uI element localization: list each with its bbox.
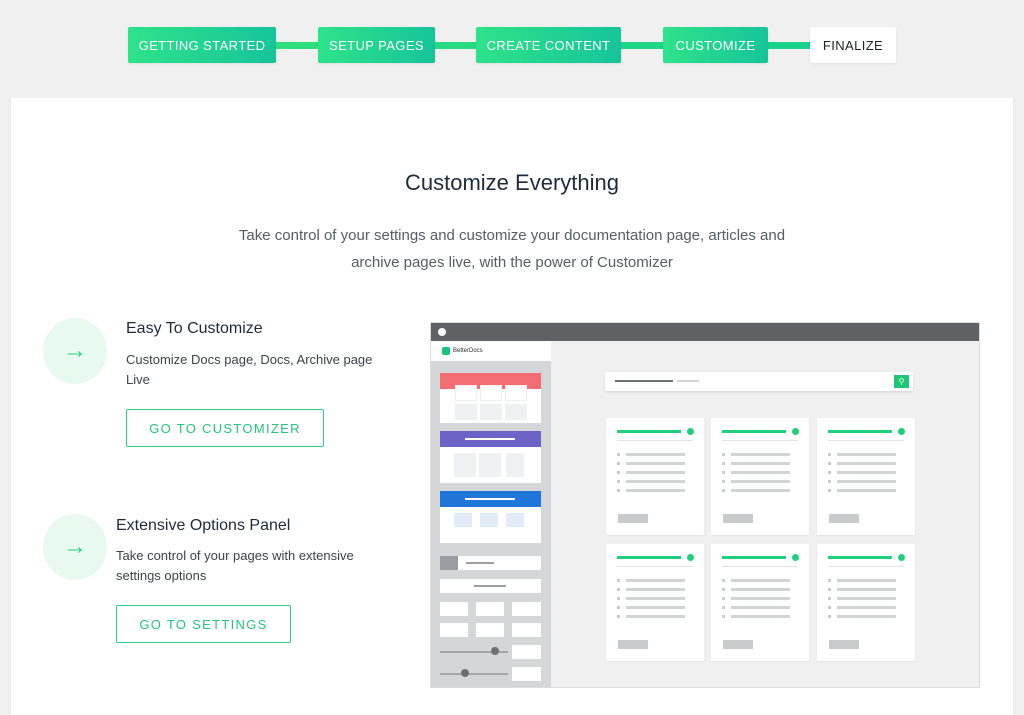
feature-description: Customize Docs page, Docs, Archive page … — [126, 350, 396, 390]
doc-category-card — [606, 418, 704, 535]
subtitle-line: Take control of your settings and custom… — [238, 227, 786, 244]
window-dot-icon — [438, 328, 446, 336]
preview-brand: BetterDocs — [431, 341, 551, 361]
betterdocs-logo-icon — [442, 347, 450, 355]
preview-main: ⚲ — [551, 341, 979, 687]
option-row — [512, 667, 541, 681]
doc-category-card — [711, 418, 809, 535]
layout-thumbnail — [440, 373, 541, 423]
doc-category-card — [817, 544, 915, 661]
page-title: Customize Everything — [405, 170, 619, 195]
layout-thumbnail — [440, 431, 541, 483]
step-setup-pages[interactable]: SETUP PAGES — [318, 27, 435, 63]
setup-stepper: GETTING STARTED SETUP PAGES CREATE CONTE… — [0, 27, 1024, 63]
option-row — [512, 602, 541, 616]
preview-sidebar: BetterDocs — [431, 341, 551, 687]
feature-description: Take control of your pages with extensiv… — [116, 546, 386, 586]
option-row — [476, 602, 504, 616]
preview-search-bar: ⚲ — [605, 372, 913, 391]
slider-track — [440, 673, 508, 675]
doc-category-card — [606, 544, 704, 661]
option-row — [512, 623, 541, 637]
customizer-preview-image: BetterDocs ⚲ — [430, 322, 980, 688]
slider-thumb — [461, 669, 469, 677]
step-getting-started[interactable]: GETTING STARTED — [128, 27, 276, 63]
feature-title: Easy To Customize — [126, 320, 263, 337]
option-row — [440, 623, 468, 637]
slider-thumb — [491, 647, 499, 655]
step-customize[interactable]: CUSTOMIZE — [663, 27, 768, 63]
option-row — [476, 623, 504, 637]
doc-category-card — [711, 544, 809, 661]
option-row — [440, 556, 541, 570]
arrow-right-icon: → — [43, 318, 107, 384]
option-row — [440, 602, 468, 616]
preview-brand-text: BetterDocs — [453, 348, 483, 354]
feature-title: Extensive Options Panel — [116, 517, 291, 534]
arrow-right-icon: → — [43, 514, 107, 580]
option-row — [512, 645, 541, 659]
step-create-content[interactable]: CREATE CONTENT — [476, 27, 621, 63]
feature-desc-line: settings options — [116, 568, 207, 583]
option-row — [440, 579, 541, 593]
step-finalize[interactable]: FINALIZE — [810, 27, 896, 63]
layout-thumbnail — [440, 491, 541, 543]
preview-window-bar — [431, 323, 979, 341]
subtitle-line: archive pages live, with the power of Cu… — [351, 254, 673, 271]
search-icon: ⚲ — [894, 375, 909, 388]
go-to-customizer-button[interactable]: GO TO CUSTOMIZER — [126, 409, 324, 447]
feature-desc-line: Take control of your pages with extensiv… — [116, 548, 354, 563]
doc-category-card — [817, 418, 915, 535]
page-subtitle: Take control of your settings and custom… — [212, 222, 812, 276]
feature-desc-line: Live — [126, 372, 150, 387]
feature-desc-line: Customize Docs page, Docs, Archive page — [126, 352, 373, 367]
go-to-settings-button[interactable]: GO TO SETTINGS — [116, 605, 291, 643]
